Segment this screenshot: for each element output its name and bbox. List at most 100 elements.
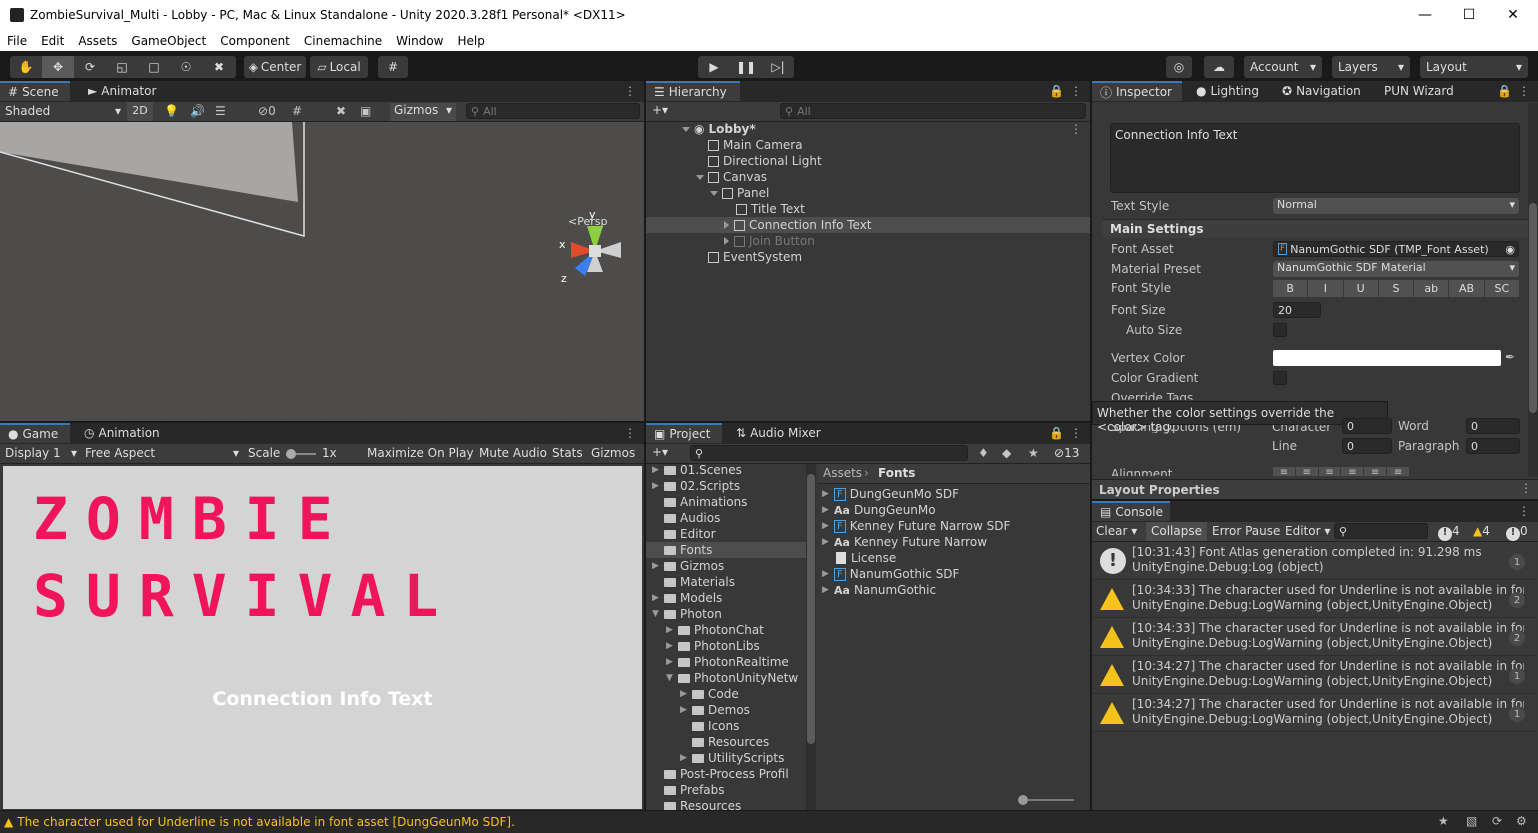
- icon-size-slider-handle[interactable]: [1018, 795, 1028, 805]
- console-log-entry[interactable]: [10:34:33] The character used for Underl…: [1092, 580, 1537, 618]
- rotate-tool-icon[interactable]: ⟳: [74, 60, 106, 74]
- collapse-arrow-icon[interactable]: ▼: [652, 609, 664, 619]
- scale-tool-icon[interactable]: ◱: [106, 60, 138, 74]
- project-folder-row[interactable]: ▶ 02.Scripts: [646, 478, 806, 494]
- kebab-menu-icon[interactable]: ⋮: [1520, 481, 1532, 495]
- status-bar[interactable]: ▲ The character used for Underline is no…: [0, 811, 1538, 833]
- effects-toggle-icon[interactable]: ☰: [215, 104, 226, 118]
- line-field[interactable]: 0: [1342, 438, 1392, 454]
- console-log-entry[interactable]: [10:34:27] The character used for Underl…: [1092, 656, 1537, 694]
- expand-arrow-icon[interactable]: ▶: [652, 561, 664, 571]
- auto-size-checkbox[interactable]: [1273, 323, 1287, 337]
- expand-arrow-icon[interactable]: ▶: [822, 585, 834, 595]
- project-folder-row[interactable]: Animations: [646, 494, 806, 510]
- minimize-button[interactable]: —: [1402, 0, 1448, 30]
- object-picker-icon[interactable]: ◉: [1505, 243, 1515, 256]
- error-filter-toggle[interactable]: ! 0: [1506, 524, 1528, 541]
- project-folder-row[interactable]: Post-Process Profil: [646, 766, 806, 782]
- search-by-type-icon[interactable]: ♦: [978, 446, 989, 460]
- project-folder-row[interactable]: ▶ Models: [646, 590, 806, 606]
- menu-file[interactable]: File: [0, 34, 34, 48]
- lock-icon[interactable]: 🔒: [1497, 84, 1512, 98]
- kebab-menu-icon[interactable]: ⋮: [1518, 504, 1530, 518]
- font-asset-field[interactable]: F NanumGothic SDF (TMP_Font Asset) ◉: [1273, 241, 1519, 257]
- expand-arrow-icon[interactable]: ▶: [666, 625, 678, 635]
- tab-lighting[interactable]: ● Lighting: [1188, 81, 1267, 101]
- expand-arrow-icon[interactable]: ▶: [822, 569, 834, 579]
- expand-arrow-icon[interactable]: ▶: [666, 641, 678, 651]
- tab-project[interactable]: ▣ Project: [646, 423, 722, 443]
- project-asset-row[interactable]: ▶ Aa Kenney Future Narrow: [822, 534, 987, 550]
- project-asset-row[interactable]: ▶ F Kenney Future Narrow SDF: [822, 518, 1010, 534]
- console-search-input[interactable]: ⚲: [1334, 523, 1428, 539]
- hierarchy-item-directional-light[interactable]: Directional Light: [708, 153, 822, 169]
- project-folder-row[interactable]: ▶ Gizmos: [646, 558, 806, 574]
- collapse-toggle[interactable]: Collapse: [1146, 522, 1207, 541]
- project-folder-row[interactable]: Audios: [646, 510, 806, 526]
- expand-arrow-icon[interactable]: ▶: [666, 657, 678, 667]
- lighting-toggle-icon[interactable]: 💡: [164, 104, 179, 118]
- aspect-dropdown[interactable]: Free Aspect ▾: [85, 446, 239, 460]
- maximize-button[interactable]: ☐: [1446, 0, 1492, 30]
- tab-pun-wizard[interactable]: PUN Wizard: [1376, 81, 1462, 101]
- project-folder-row[interactable]: ▶ PhotonChat: [646, 622, 806, 638]
- inspector-scrollbar-thumb[interactable]: [1529, 203, 1537, 413]
- tab-navigation[interactable]: ✪ Navigation: [1274, 81, 1369, 101]
- transform-tool-icon[interactable]: ☉: [170, 60, 202, 74]
- scene-viewport[interactable]: [0, 122, 644, 421]
- eyedropper-icon[interactable]: ✒: [1505, 350, 1515, 364]
- info-filter-toggle[interactable]: ! 4: [1438, 524, 1460, 541]
- tree-scrollbar-thumb[interactable]: [807, 474, 815, 744]
- toggle-2d-button[interactable]: 2D: [127, 102, 153, 121]
- display-dropdown[interactable]: Display 1 ▾: [5, 446, 77, 460]
- tab-scene[interactable]: # Scene: [0, 81, 70, 101]
- project-asset-row[interactable]: ▶ Aa DungGeunMo: [822, 502, 936, 518]
- project-folder-row[interactable]: ▶ PhotonRealtime: [646, 654, 806, 670]
- project-search-input[interactable]: ⚲: [690, 445, 968, 461]
- menu-window[interactable]: Window: [389, 34, 450, 48]
- scale-slider[interactable]: [286, 449, 316, 459]
- hierarchy-item-main-camera[interactable]: Main Camera: [708, 137, 803, 153]
- layers-dropdown[interactable]: Layers ▾: [1332, 56, 1410, 78]
- project-asset-row[interactable]: ▶ F DungGeunMo SDF: [822, 486, 959, 502]
- align-justified-icon[interactable]: ≡: [1341, 467, 1365, 476]
- stats-button[interactable]: Stats: [552, 446, 583, 460]
- kebab-menu-icon[interactable]: ⋮: [624, 426, 636, 440]
- project-folder-row[interactable]: Materials: [646, 574, 806, 590]
- project-folder-row[interactable]: ▶ Code: [646, 686, 806, 702]
- mute-audio-button[interactable]: Mute Audio: [479, 446, 547, 460]
- expand-arrow-icon[interactable]: ▶: [680, 689, 692, 699]
- expand-arrow-icon[interactable]: ▶: [652, 481, 664, 491]
- camera-icon[interactable]: ▣: [360, 104, 371, 118]
- auto-generate-icon[interactable]: ⚙: [1516, 814, 1527, 828]
- close-button[interactable]: ✕: [1490, 0, 1536, 30]
- project-folder-row[interactable]: Resources: [646, 798, 806, 810]
- project-folder-row[interactable]: Resources: [646, 734, 806, 750]
- scale-slider-handle[interactable]: [286, 449, 296, 459]
- hierarchy-item-connection-info-text[interactable]: Connection Info Text: [724, 217, 872, 233]
- bug-icon[interactable]: ★: [1438, 814, 1449, 828]
- audio-toggle-icon[interactable]: 🔊: [190, 104, 205, 118]
- align-right-icon[interactable]: ≡: [1318, 467, 1342, 476]
- lock-icon[interactable]: 🔒: [1049, 426, 1064, 440]
- project-folder-row[interactable]: ▶ PhotonLibs: [646, 638, 806, 654]
- expand-arrow-icon[interactable]: ▶: [822, 505, 834, 515]
- tree-scrollbar[interactable]: [806, 464, 816, 810]
- console-log-entry[interactable]: [10:34:27] The character used for Underl…: [1092, 694, 1537, 732]
- vertex-color-swatch[interactable]: [1273, 350, 1501, 366]
- tab-game[interactable]: ● Game: [0, 423, 70, 443]
- project-folder-row[interactable]: Icons: [646, 718, 806, 734]
- hand-tool-icon[interactable]: ✋: [10, 60, 42, 74]
- project-folder-row[interactable]: ▶ UtilityScripts: [646, 750, 806, 766]
- tools-icon[interactable]: ✖: [336, 104, 346, 118]
- menu-component[interactable]: Component: [213, 34, 297, 48]
- collapse-arrow-icon[interactable]: ▼: [666, 673, 678, 683]
- play-icon[interactable]: ▶: [698, 60, 730, 74]
- project-asset-row[interactable]: ▶ Aa NanumGothic: [822, 582, 936, 598]
- search-by-label-icon[interactable]: ◆: [1002, 446, 1011, 460]
- maximize-on-play-button[interactable]: Maximize On Play: [367, 446, 474, 460]
- hidden-packages-icon[interactable]: ⊘13: [1054, 446, 1079, 460]
- tab-hierarchy[interactable]: ☰ Hierarchy: [646, 81, 740, 101]
- hierarchy-item-title-text[interactable]: Title Text: [736, 201, 805, 217]
- font-style-button[interactable]: U: [1343, 280, 1379, 297]
